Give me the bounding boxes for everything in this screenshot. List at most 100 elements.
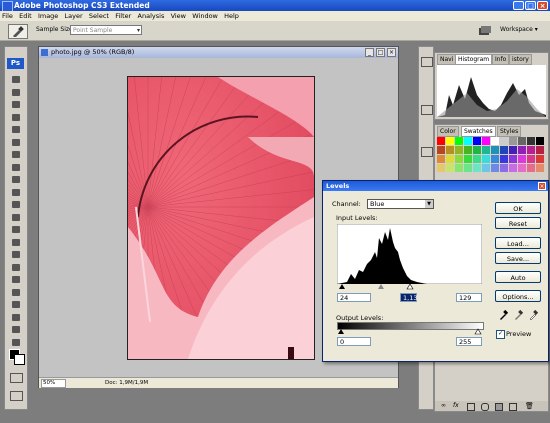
doc-minimize-button[interactable]: _ [365, 48, 374, 57]
lasso-tool-icon[interactable] [10, 100, 22, 109]
quick-select-tool-icon[interactable] [10, 113, 22, 122]
new-group-icon[interactable] [495, 403, 503, 411]
reset-button[interactable]: Reset [495, 217, 541, 229]
zoom-field[interactable]: 50% [41, 379, 66, 388]
load-button[interactable]: Load... [495, 237, 541, 249]
menu-layer[interactable]: Layer [63, 11, 85, 21]
swatch[interactable] [518, 155, 526, 163]
output-sliders[interactable] [337, 328, 482, 335]
swatch[interactable] [509, 155, 517, 163]
move-tool-icon[interactable] [10, 75, 22, 84]
menu-view[interactable]: View [169, 11, 188, 21]
path-select-tool-icon[interactable] [10, 275, 22, 284]
workspace-button[interactable]: Workspace ▾ [500, 26, 538, 33]
menu-help[interactable]: Help [222, 11, 241, 21]
tab-styles[interactable]: Styles [497, 126, 522, 137]
swatch[interactable] [446, 137, 454, 145]
gray-point-eyedropper-icon[interactable] [515, 309, 524, 320]
swatch[interactable] [473, 164, 481, 172]
swatch[interactable] [491, 155, 499, 163]
menu-image[interactable]: Image [36, 11, 60, 21]
swatch[interactable] [536, 155, 544, 163]
swatch[interactable] [437, 137, 445, 145]
save-button[interactable]: Save... [495, 252, 541, 264]
channel-select[interactable]: Blue ▼ [367, 199, 434, 209]
slice-tool-icon[interactable] [10, 138, 22, 147]
swatches-grid[interactable] [437, 137, 546, 181]
notes-tool-icon[interactable] [10, 300, 22, 309]
input-gamma-field[interactable]: 1,13 [400, 293, 417, 302]
input-black-field[interactable]: 24 [337, 293, 371, 302]
tab-history[interactable]: istory [509, 54, 532, 65]
swatch[interactable] [491, 137, 499, 145]
tab-info[interactable]: Info [492, 54, 510, 65]
pen-tool-icon[interactable] [10, 250, 22, 259]
swatch[interactable] [446, 155, 454, 163]
levels-close-button[interactable]: × [538, 182, 546, 190]
screen-mode-icon[interactable] [10, 391, 23, 401]
swatch[interactable] [509, 164, 517, 172]
swatch[interactable] [482, 146, 490, 154]
swatch[interactable] [464, 146, 472, 154]
gradient-tool-icon[interactable] [10, 213, 22, 222]
swatch[interactable] [518, 146, 526, 154]
close-window-button[interactable]: × [537, 1, 548, 10]
swatch[interactable] [518, 137, 526, 145]
swatch[interactable] [509, 137, 517, 145]
minimize-window-button[interactable]: _ [513, 1, 524, 10]
output-black-field[interactable]: 0 [337, 337, 371, 346]
swatch[interactable] [536, 164, 544, 172]
swatch[interactable] [500, 164, 508, 172]
blur-tool-icon[interactable] [10, 225, 22, 234]
panel-icon-2[interactable] [421, 105, 433, 115]
healing-tool-icon[interactable] [10, 150, 22, 159]
white-point-eyedropper-icon[interactable] [529, 309, 539, 321]
marquee-tool-icon[interactable] [10, 88, 22, 97]
swatch[interactable] [437, 164, 445, 172]
eyedropper-tool-icon[interactable] [10, 313, 22, 322]
delete-layer-icon[interactable]: 🗑 [525, 402, 534, 410]
swatch[interactable] [473, 137, 481, 145]
document-size-info[interactable]: Doc: 1,9M/1,9M [105, 378, 148, 388]
swatch[interactable] [527, 155, 535, 163]
swatch[interactable] [446, 164, 454, 172]
options-button[interactable]: Options... [495, 290, 541, 302]
swatch[interactable] [500, 155, 508, 163]
auto-button[interactable]: Auto [495, 271, 541, 283]
eraser-tool-icon[interactable] [10, 200, 22, 209]
layer-style-icon[interactable]: fx [453, 402, 459, 409]
document-title-bar[interactable]: photo.jpg @ 50% (RGB/8) _ □ × [39, 47, 398, 58]
swatch[interactable] [473, 155, 481, 163]
zoom-tool-icon[interactable] [10, 338, 22, 347]
quick-mask-icon[interactable] [10, 373, 23, 383]
menu-filter[interactable]: Filter [113, 11, 133, 21]
swatch[interactable] [491, 164, 499, 172]
tab-navigator[interactable]: Navi [437, 54, 457, 65]
workspace-icon[interactable] [478, 26, 492, 36]
hand-tool-icon[interactable] [10, 325, 22, 334]
background-color-swatch[interactable] [14, 354, 25, 365]
panel-icon-3[interactable] [421, 147, 433, 157]
swatch[interactable] [437, 146, 445, 154]
swatch[interactable] [473, 146, 481, 154]
doc-close-button[interactable]: × [387, 48, 396, 57]
swatch[interactable] [455, 137, 463, 145]
swatch[interactable] [446, 146, 454, 154]
new-layer-icon[interactable] [509, 403, 517, 411]
swatch[interactable] [509, 146, 517, 154]
photo-canvas[interactable] [127, 76, 315, 360]
swatch[interactable] [464, 164, 472, 172]
doc-maximize-button[interactable]: □ [376, 48, 385, 57]
adjustment-layer-icon[interactable] [481, 403, 489, 411]
crop-tool-icon[interactable] [10, 125, 22, 134]
output-white-field[interactable]: 255 [456, 337, 482, 346]
tool-preset-picker[interactable] [8, 24, 28, 39]
menu-select[interactable]: Select [87, 11, 111, 21]
type-tool-icon[interactable] [10, 263, 22, 272]
preview-checkbox[interactable]: ✓ [496, 330, 505, 339]
menu-window[interactable]: Window [190, 11, 220, 21]
tab-histogram[interactable]: Histogram [455, 54, 493, 65]
dodge-tool-icon[interactable] [10, 238, 22, 247]
sample-size-select[interactable]: Point Sample ▾ [70, 25, 142, 35]
levels-title-bar[interactable]: Levels [323, 181, 548, 191]
